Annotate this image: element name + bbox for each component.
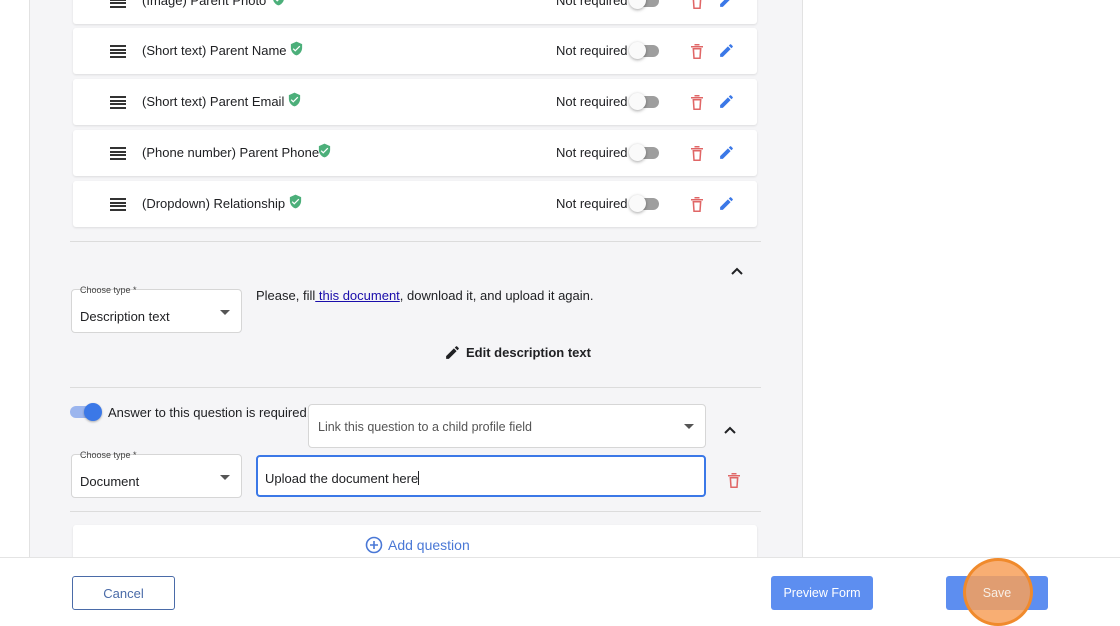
- section-divider: [70, 511, 761, 512]
- section-divider: [70, 387, 761, 388]
- collapse-chevron-up-icon[interactable]: [731, 267, 743, 275]
- required-toggle[interactable]: [629, 0, 659, 9]
- question-text-value: Upload the document here: [265, 471, 419, 486]
- question-row-parent-photo[interactable]: (Image) Parent Photo Not required: [73, 0, 757, 24]
- required-status: Not required: [556, 94, 628, 109]
- verified-shield-icon: [318, 143, 331, 158]
- document-type-select[interactable]: Choose type * Document: [71, 450, 242, 498]
- type-field-label: Choose type *: [80, 450, 137, 460]
- type-field-value: Document: [80, 474, 140, 489]
- drag-handle-icon[interactable]: [110, 198, 126, 211]
- required-status: Not required: [556, 196, 628, 211]
- question-label: (Phone number) Parent Phone: [142, 145, 320, 160]
- preview-form-button[interactable]: Preview Form: [771, 576, 873, 610]
- link-profile-field-value: Link this question to a child profile fi…: [318, 420, 533, 434]
- drag-handle-icon[interactable]: [110, 0, 126, 8]
- required-status: Not required: [556, 0, 628, 8]
- edit-icon[interactable]: [718, 0, 735, 9]
- edit-icon[interactable]: [718, 42, 735, 59]
- link-profile-field-select[interactable]: Link this question to a child profile fi…: [308, 404, 706, 448]
- question-row-parent-phone[interactable]: (Phone number) Parent Phone Not required: [73, 130, 757, 176]
- add-circle-icon: [365, 536, 383, 554]
- collapse-chevron-up-icon[interactable]: [724, 426, 736, 434]
- cancel-button[interactable]: Cancel: [72, 576, 175, 610]
- chevron-down-icon: [220, 475, 230, 480]
- description-type-select[interactable]: Choose type * Description text: [71, 285, 242, 333]
- verified-shield-icon: [289, 194, 302, 209]
- type-field-label: Choose type *: [80, 285, 137, 295]
- drag-handle-icon[interactable]: [110, 147, 126, 160]
- edit-description-label: Edit description text: [466, 344, 591, 360]
- question-row-relationship[interactable]: (Dropdown) Relationship Not required: [73, 181, 757, 227]
- required-label: Answer to this question is required.: [108, 405, 311, 420]
- add-question-button[interactable]: Add question: [73, 525, 757, 561]
- footer-bar: Cancel Preview Form Save: [0, 557, 1120, 626]
- chevron-down-icon: [220, 310, 230, 315]
- required-toggle-on[interactable]: [70, 403, 102, 421]
- description-text: Please, fill this document, download it,…: [256, 288, 594, 303]
- required-toggle[interactable]: [629, 42, 659, 59]
- edit-description-button[interactable]: Edit description text: [444, 343, 591, 361]
- form-editor-screen: (Image) Parent Photo Not required (Short…: [0, 0, 1120, 626]
- section-divider: [70, 241, 761, 242]
- drag-handle-icon[interactable]: [110, 45, 126, 58]
- description-text-before: Please, fill: [256, 288, 316, 303]
- save-button-label: Save: [982, 586, 1012, 600]
- question-text-input[interactable]: Upload the document here: [256, 455, 706, 497]
- delete-icon[interactable]: [727, 472, 741, 488]
- pencil-icon: [446, 345, 459, 359]
- chevron-down-icon: [684, 424, 694, 429]
- description-text-after: , download it, and upload it again.: [399, 288, 594, 303]
- verified-shield-icon: [273, 0, 284, 6]
- drag-handle-icon[interactable]: [110, 96, 126, 109]
- delete-icon[interactable]: [690, 145, 704, 161]
- verified-shield-icon: [288, 92, 301, 107]
- right-margin: [803, 0, 1120, 560]
- edit-icon[interactable]: [718, 195, 735, 212]
- verified-shield-icon: [290, 41, 303, 56]
- required-toggle[interactable]: [629, 195, 659, 212]
- add-question-label: Add question: [388, 537, 470, 553]
- required-toggle[interactable]: [629, 93, 659, 110]
- question-row-parent-email[interactable]: (Short text) Parent Email Not required: [73, 79, 757, 125]
- required-status: Not required: [556, 145, 628, 160]
- question-label: (Short text) Parent Name: [142, 43, 287, 58]
- question-label: (Image) Parent Photo: [142, 0, 267, 8]
- required-toggle[interactable]: [629, 144, 659, 161]
- delete-icon[interactable]: [690, 43, 704, 59]
- edit-icon[interactable]: [718, 93, 735, 110]
- required-status: Not required: [556, 43, 628, 58]
- question-row-parent-name[interactable]: (Short text) Parent Name Not required: [73, 28, 757, 74]
- document-link[interactable]: this document: [315, 288, 400, 303]
- delete-icon[interactable]: [690, 0, 704, 9]
- question-label: (Short text) Parent Email: [142, 94, 285, 109]
- text-cursor: [418, 471, 420, 485]
- question-label: (Dropdown) Relationship: [142, 196, 286, 211]
- type-field-value: Description text: [80, 309, 170, 324]
- edit-icon[interactable]: [718, 144, 735, 161]
- left-margin: [0, 0, 29, 560]
- delete-icon[interactable]: [690, 196, 704, 212]
- delete-icon[interactable]: [690, 94, 704, 110]
